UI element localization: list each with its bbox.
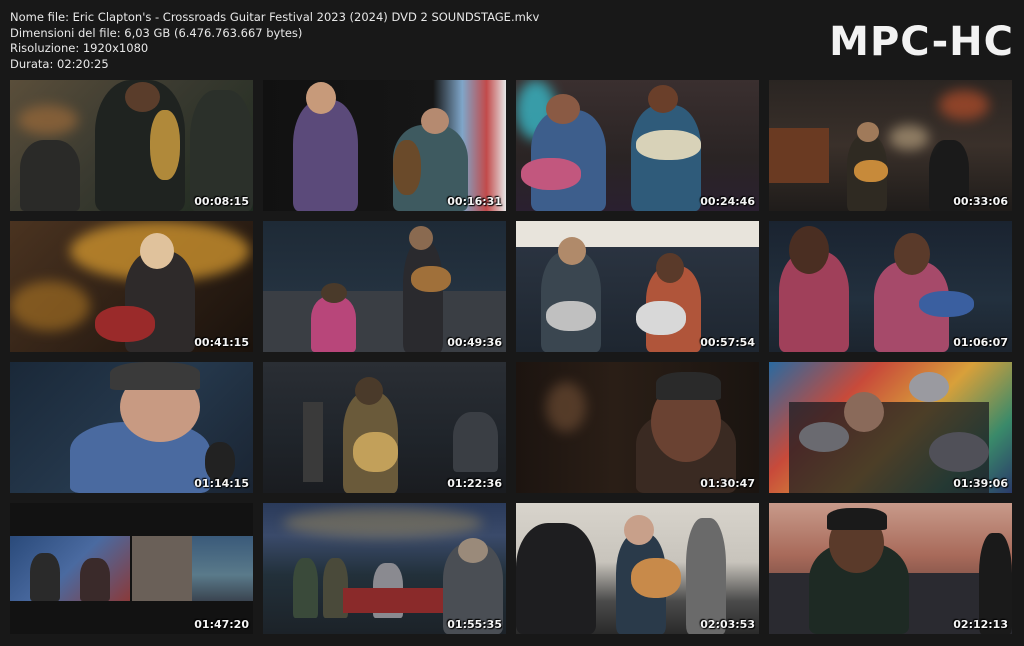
timestamp: 00:57:54 — [700, 336, 755, 349]
thumbnail-grid: 00:08:15 00:16:31 00:24:46 00:33:06 00:4… — [10, 80, 1014, 636]
thumbnail-12: 01:39:06 — [769, 362, 1012, 493]
timestamp: 01:06:07 — [953, 336, 1008, 349]
timestamp: 01:47:20 — [194, 618, 249, 631]
timestamp: 00:08:15 — [194, 195, 249, 208]
timestamp: 01:55:35 — [447, 618, 502, 631]
thumbnail-8: 01:06:07 — [769, 221, 1012, 352]
thumbnail-6: 00:49:36 — [263, 221, 506, 352]
thumbnail-13: 01:47:20 — [10, 503, 253, 634]
file-size: Dimensioni del file: 6,03 GB (6.476.763.… — [10, 25, 303, 40]
thumbnail-7: 00:57:54 — [516, 221, 759, 352]
timestamp: 01:22:36 — [447, 477, 502, 490]
timestamp: 00:49:36 — [447, 336, 502, 349]
thumbnail-9: 01:14:15 — [10, 362, 253, 493]
timestamp: 01:14:15 — [194, 477, 249, 490]
duration: Durata: 02:20:25 — [10, 56, 109, 71]
file-name: Nome file: Eric Clapton's - Crossroads G… — [10, 10, 540, 24]
thumbnail-5: 00:41:15 — [10, 221, 253, 352]
timestamp: 02:12:13 — [953, 618, 1008, 631]
file-info: Nome file: Eric Clapton's - Crossroads G… — [10, 10, 539, 72]
thumbnail-16: 02:12:13 — [769, 503, 1012, 634]
thumbnail-10: 01:22:36 — [263, 362, 506, 493]
timestamp: 01:39:06 — [953, 477, 1008, 490]
timestamp: 01:30:47 — [700, 477, 755, 490]
thumbnail-1: 00:08:15 — [10, 80, 253, 211]
mpc-hc-logo: MPC-HC — [829, 19, 1014, 65]
thumbnail-11: 01:30:47 — [516, 362, 759, 493]
timestamp: 00:41:15 — [194, 336, 249, 349]
thumbnail-sheet: Nome file: Eric Clapton's - Crossroads G… — [0, 0, 1024, 646]
timestamp: 00:16:31 — [447, 195, 502, 208]
timestamp: 02:03:53 — [700, 618, 755, 631]
thumbnail-4: 00:33:06 — [769, 80, 1012, 211]
thumbnail-3: 00:24:46 — [516, 80, 759, 211]
thumbnail-15: 02:03:53 — [516, 503, 759, 634]
timestamp: 00:24:46 — [700, 195, 755, 208]
thumbnail-2: 00:16:31 — [263, 80, 506, 211]
thumbnail-14: 01:55:35 — [263, 503, 506, 634]
timestamp: 00:33:06 — [953, 195, 1008, 208]
resolution: Risoluzione: 1920x1080 — [10, 41, 149, 55]
